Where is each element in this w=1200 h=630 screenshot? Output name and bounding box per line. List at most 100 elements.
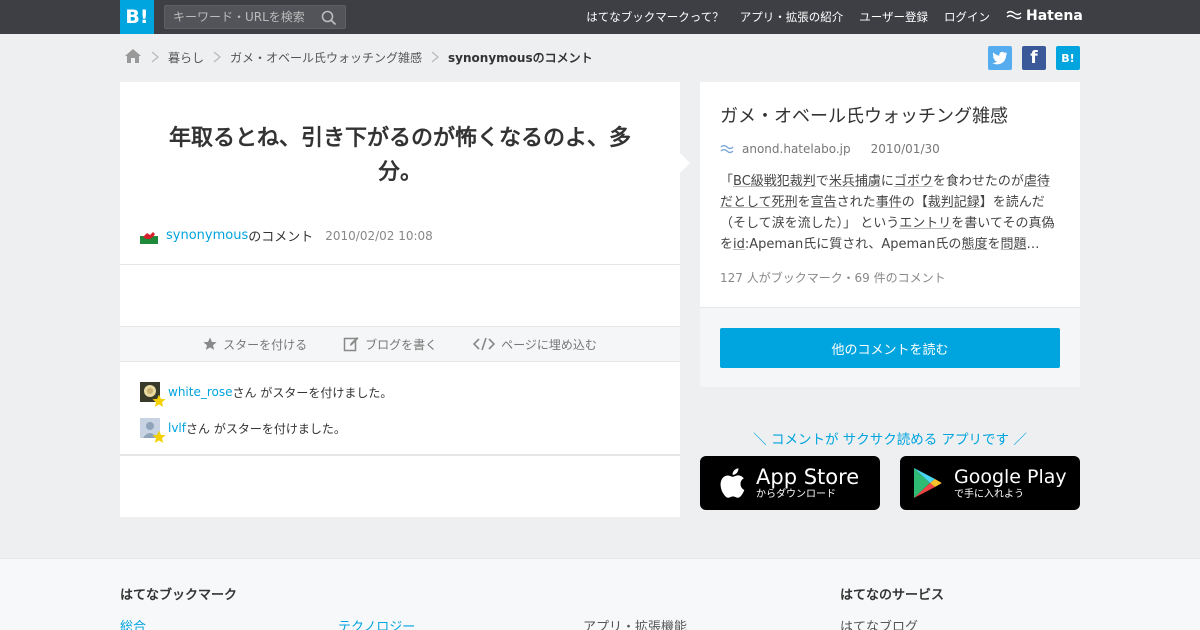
desc-text: で (815, 174, 829, 189)
keyword-link[interactable]: BC級戦犯裁判 (733, 174, 816, 189)
footer-link-all[interactable]: 総合 (120, 616, 146, 630)
card-pointer (680, 153, 690, 173)
entry-panel-footer: 他のコメントを読む (700, 307, 1080, 387)
entry-meta: anond.hatelabo.jp 2010/01/30 (720, 142, 940, 156)
read-other-comments-button[interactable]: 他のコメントを読む (720, 328, 1060, 368)
nav-apps[interactable]: アプリ・拡張の紹介 (740, 9, 844, 25)
embed-label: ページに埋め込む (501, 337, 597, 352)
desc-text: の【 (901, 195, 928, 210)
divider (120, 454, 680, 456)
star-user-link[interactable]: white_rose (168, 385, 233, 399)
star-icon (152, 430, 166, 443)
google-play-button[interactable]: Google Play で手に入れよう (900, 456, 1080, 510)
entry-title[interactable]: ガメ・オベール氏ウォッチング雑感 (720, 102, 1008, 128)
twitter-icon (992, 51, 1007, 65)
keyword-link[interactable]: 宣告 (811, 195, 837, 210)
keyword-link[interactable]: エントリ (899, 216, 951, 231)
keyword-link[interactable]: 事件 (876, 195, 902, 210)
nav-register[interactable]: ユーザー登録 (859, 9, 928, 25)
hatena-bookmark-icon: B! (1061, 51, 1075, 65)
write-blog-label: ブログを書く (365, 337, 438, 352)
comment-actions: スターを付ける ブログを書く ページに埋め込む (120, 326, 680, 362)
apple-icon (720, 468, 745, 498)
hatena-bookmark-logo[interactable]: B! (120, 0, 154, 34)
keyword-link[interactable]: 裁判記録 (928, 195, 980, 210)
hatena-brand-text: Hatena (1026, 8, 1083, 24)
star-user-link[interactable]: lvlf (168, 421, 186, 435)
keyword-link[interactable]: id (733, 237, 745, 252)
search-icon[interactable] (321, 10, 337, 26)
footer-link-apps[interactable]: アプリ・拡張機能 (583, 616, 687, 630)
star-list: white_rose さん がスターを付けました。 lvlf さん がスターを付… (140, 382, 392, 454)
star-icon (203, 337, 217, 350)
app-store-button[interactable]: App Store からダウンロード (700, 456, 880, 510)
desc-text: を (987, 237, 1001, 252)
chevron-right-icon (213, 51, 222, 63)
facebook-icon: f (1030, 48, 1038, 68)
keyword-link[interactable]: 問題 (1000, 237, 1026, 252)
google-play-icon (914, 468, 942, 498)
app-store-sublabel: からダウンロード (756, 489, 836, 500)
chevron-right-icon (431, 51, 440, 63)
google-play-sublabel: で手に入れよう (954, 489, 1024, 500)
app-promo-tagline: ＼ コメントが サクサク読める アプリです ／ (753, 432, 1027, 448)
entry-domain[interactable]: anond.hatelabo.jp (742, 142, 851, 156)
search-box (164, 5, 346, 29)
desc-text: を食わせたのが (932, 174, 1024, 189)
keyword-link[interactable]: ゴボウ (894, 174, 933, 189)
star-row: lvlf さん がスターを付けました。 (140, 418, 392, 443)
google-play-text: Google Play で手に入れよう (954, 465, 1067, 501)
code-icon (473, 337, 496, 351)
desc-text: に (880, 174, 894, 189)
desc-text: :Apeman氏に質され、Apeman氏の (744, 237, 962, 252)
comment-card: 年取るとね、引き下がるのが怖くなるのよ、多分。 synonymous のコメント… (120, 82, 680, 517)
footer-heading-services: はてなのサービス (840, 588, 945, 603)
twitter-share-button[interactable] (988, 46, 1012, 70)
hatena-logo-icon (1006, 10, 1022, 20)
star-text: さん がスターを付けました。 (186, 421, 346, 436)
comment-text: 年取るとね、引き下がるのが怖くなるのよ、多分。 (168, 126, 631, 185)
bookmark-count[interactable]: 127 人がブックマーク・69 件のコメント (720, 269, 946, 286)
embed-button[interactable]: ページに埋め込む (473, 336, 597, 353)
app-store-text: App Store からダウンロード (756, 465, 859, 501)
facebook-share-button[interactable]: f (1022, 46, 1046, 70)
keyword-link[interactable]: だとして (720, 195, 772, 210)
user-avatar[interactable] (140, 418, 166, 443)
entry-panel: ガメ・オベール氏ウォッチング雑感 anond.hatelabo.jp 2010/… (700, 82, 1080, 387)
desc-text: … (1026, 237, 1040, 252)
nav-about[interactable]: はてなブックマークって？ (586, 9, 723, 25)
comment-user-link[interactable]: synonymous (166, 228, 248, 243)
hatena-share-button[interactable]: B! (1056, 46, 1080, 70)
footer-link-technology[interactable]: テクノロジー (338, 616, 415, 630)
keyword-link[interactable]: 米兵捕虜 (829, 174, 881, 189)
keyword-link[interactable]: 虐待 (1024, 174, 1050, 189)
star-row: white_rose さん がスターを付けました。 (140, 382, 393, 407)
breadcrumb-entry[interactable]: ガメ・オベール氏ウォッチング雑感 (230, 49, 422, 66)
breadcrumb-category[interactable]: 暮らし (168, 49, 204, 66)
comment-meta: synonymous のコメント 2010/02/02 10:08 (140, 226, 433, 245)
chevron-right-icon (151, 51, 159, 63)
divider (120, 264, 680, 265)
comment-date: 2010/02/02 10:08 (325, 228, 433, 243)
write-blog-button[interactable]: ブログを書く (343, 336, 437, 353)
hatena-brand-link[interactable]: Hatena (1006, 8, 1083, 24)
entry-date: 2010/01/30 (870, 142, 940, 156)
user-avatar[interactable] (140, 382, 166, 407)
desc-text: された (836, 195, 876, 210)
keyword-link[interactable]: 死刑 (772, 195, 798, 210)
top-nav: はてなブックマークって？ アプリ・拡張の紹介 ユーザー登録 ログイン (570, 0, 990, 34)
user-avatar-icon[interactable] (140, 227, 158, 244)
share-buttons: f B! (988, 46, 1080, 70)
star-text: さん がスターを付けました。 (232, 385, 393, 400)
add-star-button[interactable]: スターを付ける (203, 336, 307, 353)
entry-description: 「BC級戦犯裁判で米兵捕虜にゴボウを食わせたのが虐待だとして死刑を宣告された事件… (720, 171, 1056, 255)
footer-heading-bookmark: はてなブックマーク (120, 588, 238, 603)
footer: はてなブックマーク 総合 テクノロジー アプリ・拡張機能 はてなのサービス はて… (0, 558, 1200, 630)
footer-link-hatena-blog[interactable]: はてなブログ (840, 616, 918, 630)
keyword-link[interactable]: 態度 (961, 237, 987, 252)
breadcrumb: 暮らし ガメ・オベール氏ウォッチング雑感 synonymousのコメント (124, 46, 593, 68)
home-icon[interactable] (124, 48, 142, 67)
search-input[interactable] (173, 9, 313, 25)
nav-login[interactable]: ログイン (944, 9, 990, 25)
desc-text: を (797, 195, 811, 210)
